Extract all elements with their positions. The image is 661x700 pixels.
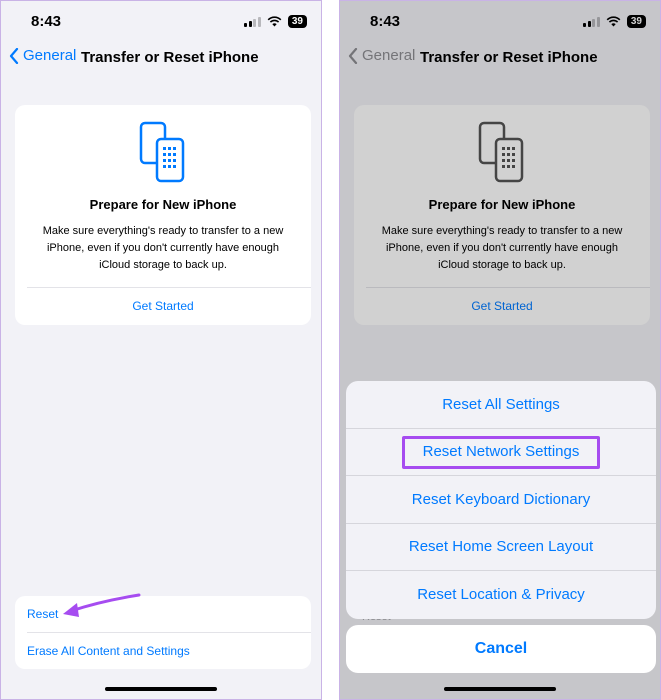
phones-transfer-icon [139,121,185,183]
card-description: Make sure everything's ready to transfer… [42,225,284,271]
prepare-card: Prepare for New iPhone Make sure everyth… [15,105,311,325]
wifi-icon [267,16,282,27]
phone-screen-left: 8:43 39 General Transfer or Reset iPhone [0,0,322,700]
reset-location-privacy-button[interactable]: Reset Location & Privacy [346,571,656,619]
reset-home-screen-layout-button[interactable]: Reset Home Screen Layout [346,524,656,571]
cancel-button[interactable]: Cancel [346,625,656,673]
highlight-box [402,435,600,469]
action-sheet: Reset All Settings Reset Network Setting… [346,381,656,619]
back-button[interactable]: General [9,47,76,64]
page-title: Transfer or Reset iPhone [81,49,259,66]
navigation-bar: General Transfer or Reset iPhone [1,43,321,75]
reset-keyboard-dictionary-button[interactable]: Reset Keyboard Dictionary [346,476,656,524]
get-started-button[interactable]: Get Started [15,299,311,313]
reset-network-settings-button[interactable]: Reset Network Settings [346,429,656,476]
divider [27,632,311,633]
status-time: 8:43 [31,13,62,30]
card-title: Prepare for New iPhone [89,197,237,212]
status-icons: 39 [244,15,307,28]
reset-all-settings-button[interactable]: Reset All Settings [346,381,656,429]
home-indicator [105,687,217,691]
cellular-signal-icon [244,16,261,27]
status-bar: 8:43 39 [1,1,321,41]
home-indicator [444,687,556,691]
back-label: General [23,47,77,64]
reset-group: Reset Erase All Content and Settings [15,596,311,669]
battery-icon: 39 [287,15,307,28]
divider [27,287,311,288]
pointer-arrow-icon [63,593,141,617]
chevron-left-icon [9,47,19,64]
reset-button[interactable]: Reset [27,607,58,621]
erase-all-button[interactable]: Erase All Content and Settings [27,644,190,658]
phone-screen-right: 8:43 39 General Transfer or Reset iPhone [339,0,661,700]
